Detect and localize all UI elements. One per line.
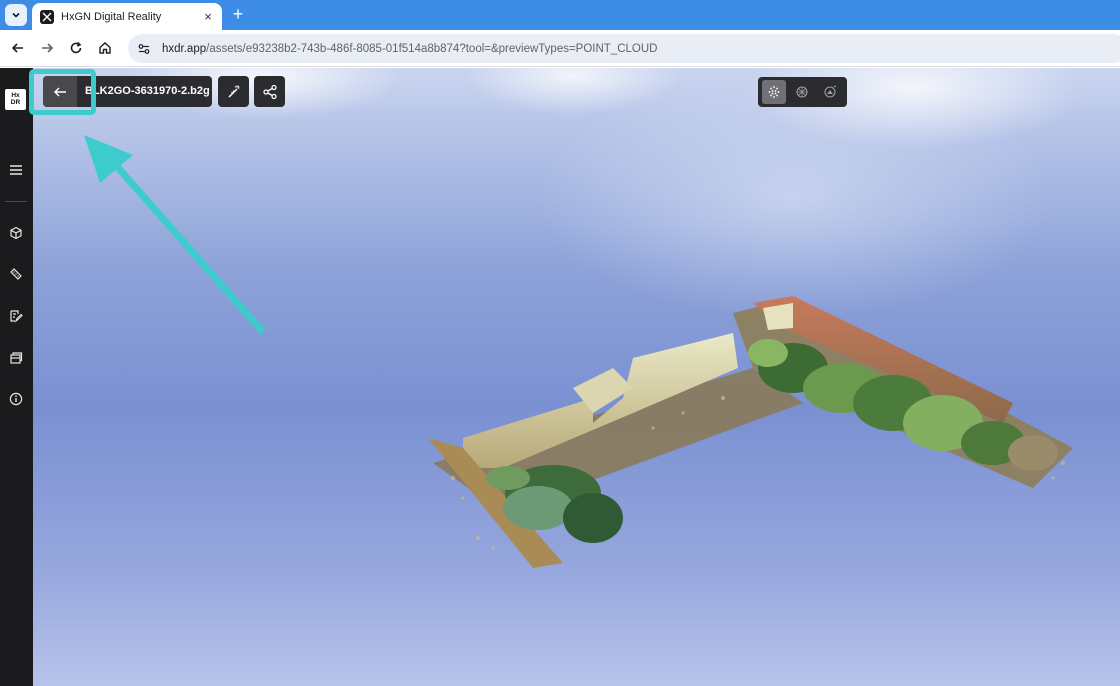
cube-icon <box>10 226 22 240</box>
asset-name: BLK2GO-3631970-2.b2g <box>85 85 210 97</box>
tab-title: HxGN Digital Reality <box>61 10 162 23</box>
magic-wand-icon <box>227 85 239 98</box>
view-mode-mesh[interactable] <box>790 80 814 104</box>
panorama-icon <box>824 85 837 98</box>
menu-button[interactable] <box>5 159 27 181</box>
tab-close-icon[interactable]: × <box>200 8 216 24</box>
sidebar-item-annotate[interactable] <box>5 305 27 327</box>
view-mode-point-cloud[interactable] <box>762 80 786 104</box>
magic-wand-button[interactable] <box>218 76 249 107</box>
browser-toolbar: hxdr.app/assets/e93238b2-743b-486f-8085-… <box>0 30 1120 67</box>
back-nav-button[interactable] <box>8 38 28 58</box>
logo-line-1: Hx <box>11 92 20 99</box>
browser-tab-bar: HxGN Digital Reality × + <box>0 0 1120 30</box>
address-bar[interactable]: hxdr.app/assets/e93238b2-743b-486f-8085-… <box>128 34 1120 63</box>
tab-search-button[interactable] <box>5 4 27 26</box>
ruler-icon <box>10 268 22 280</box>
browser-tab-active[interactable]: HxGN Digital Reality × <box>32 3 222 30</box>
highlight-box <box>29 69 96 115</box>
sidebar-item-info[interactable] <box>5 388 27 410</box>
reload-button[interactable] <box>66 38 86 58</box>
mesh-icon <box>796 86 808 98</box>
sidebar-item-measure[interactable] <box>5 263 27 285</box>
point-cloud-viewer[interactable] <box>33 68 1120 686</box>
view-mode-switcher <box>758 77 847 107</box>
layers-icon <box>10 352 23 364</box>
hxdr-logo[interactable]: Hx DR <box>5 89 26 110</box>
share-button[interactable] <box>254 76 285 107</box>
chevron-down-icon <box>12 12 20 18</box>
sidebar-divider <box>5 201 27 202</box>
annotate-icon <box>10 310 23 323</box>
info-icon <box>9 392 23 406</box>
home-icon <box>99 42 111 54</box>
url-path: /assets/e93238b2-743b-486f-8085-01f514a8… <box>206 42 658 55</box>
site-settings-icon[interactable] <box>134 39 154 59</box>
url-text[interactable]: hxdr.app/assets/e93238b2-743b-486f-8085-… <box>162 43 657 55</box>
new-tab-button[interactable]: + <box>228 4 248 24</box>
share-icon <box>262 84 277 99</box>
view-mode-panorama[interactable] <box>818 80 842 104</box>
sidebar-item-assets[interactable] <box>5 222 27 244</box>
menu-icon <box>10 165 22 175</box>
url-host: hxdr.app <box>162 42 207 55</box>
point-cloud-scene <box>428 296 1073 568</box>
sidebar-item-layers[interactable] <box>5 347 27 369</box>
arrow-left-icon <box>11 43 23 53</box>
home-button[interactable] <box>95 38 115 58</box>
point-cloud-icon <box>768 86 780 98</box>
hxdr-favicon-icon <box>40 9 54 24</box>
logo-line-2: DR <box>10 99 21 106</box>
arrow-right-icon <box>42 43 54 53</box>
app-sidebar: Hx DR <box>0 68 33 686</box>
forward-nav-button[interactable] <box>37 38 57 58</box>
reload-icon <box>70 41 82 54</box>
